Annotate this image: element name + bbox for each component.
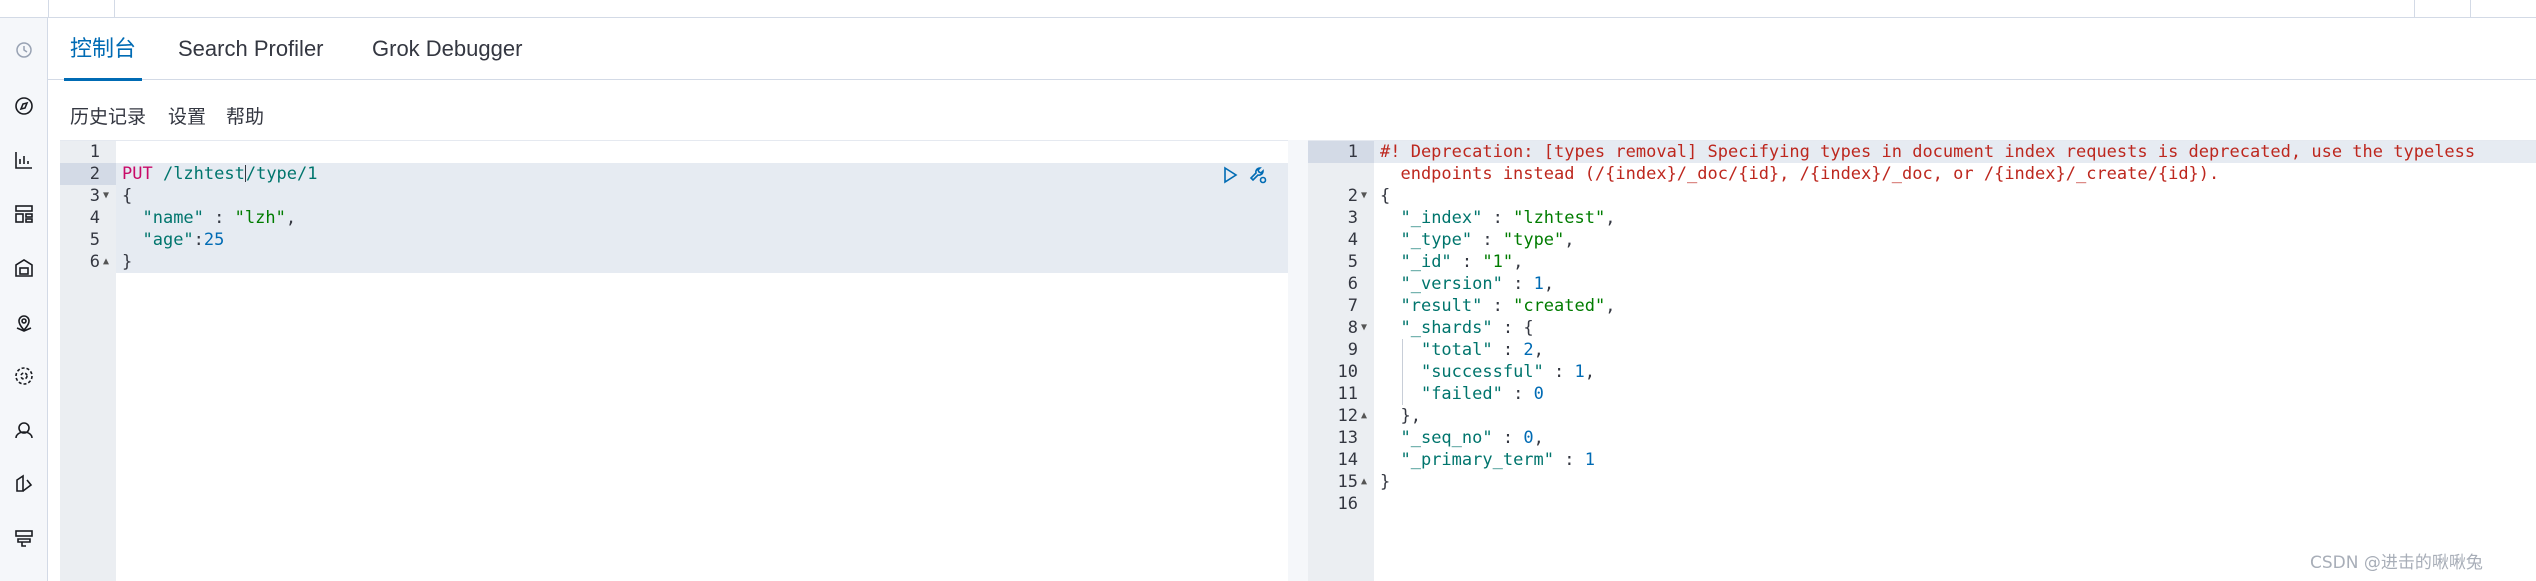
response-line: 3 "_index" : "lzhtest", — [1347, 208, 1616, 228]
request-path: /lzhtest — [152, 164, 245, 184]
help-link[interactable]: 帮助 — [226, 102, 264, 129]
response-line: 10 "successful" : 1, — [1337, 362, 1595, 382]
header-divider — [48, 0, 49, 18]
response-line: 2 ▼{ — [1347, 185, 1391, 207]
deprecation-warning: #! Deprecation: [types removal] Specifyi… — [1380, 142, 2476, 162]
dev-tools-icon[interactable] — [0, 518, 48, 558]
code-line: 6 ▲} — [89, 251, 133, 273]
request-path-rest: /type/1 — [245, 164, 318, 184]
response-line: 4 "_type" : "type", — [1347, 230, 1575, 250]
response-line: 9 "total" : 2, — [1347, 340, 1544, 360]
tab-search-profiler[interactable]: Search Profiler — [178, 18, 324, 80]
settings-link[interactable]: 设置 — [168, 102, 206, 129]
machine-learning-icon[interactable] — [0, 356, 48, 396]
code-line: 1 — [89, 142, 100, 162]
response-viewer: 1 #! Deprecation: [types removal] Specify… — [1308, 140, 2536, 581]
devtools-tabs: 控制台 Search Profiler Grok Debugger — [48, 18, 2536, 81]
uptime-monitor-icon[interactable] — [0, 410, 48, 450]
dashboard-icon[interactable] — [0, 194, 48, 234]
wrench-icon[interactable] — [1248, 165, 1268, 185]
play-icon[interactable] — [1220, 165, 1240, 185]
watermark: CSDN @进击的啾啾兔 — [2310, 553, 2483, 573]
deprecation-warning-cont: endpoints instead (/{index}/_doc/{id}, /… — [1380, 164, 2220, 184]
siem-icon[interactable] — [0, 464, 48, 504]
response-line: 14 "_primary_term" : 1 — [1337, 450, 1595, 470]
response-line: 6 "_version" : 1, — [1347, 274, 1555, 294]
tab-grok-debugger[interactable]: Grok Debugger — [372, 18, 522, 80]
console-toolbar: 历史记录 设置 帮助 — [48, 80, 2536, 140]
fold-down-icon[interactable]: ▼ — [103, 185, 109, 207]
fold-up-icon[interactable]: ▲ — [103, 251, 109, 273]
response-line: endpoints instead (/{index}/_doc/{id}, /… — [1308, 163, 2536, 185]
history-link[interactable]: 历史记录 — [70, 102, 146, 129]
code-line: 3 ▼{ — [89, 185, 133, 207]
response-line: 16 — [1337, 494, 1358, 514]
response-line: 12 ▲ }, — [1337, 405, 1421, 427]
response-line: 11 "failed" : 0 — [1337, 384, 1544, 404]
canvas-icon[interactable] — [0, 248, 48, 288]
discover-compass-icon[interactable] — [0, 86, 48, 126]
header-divider — [2470, 0, 2471, 18]
response-line: 13 "_seq_no" : 0, — [1337, 428, 1544, 448]
response-line: 5 "_id" : "1", — [1347, 252, 1524, 272]
response-line: 15 ▲} — [1337, 471, 1391, 493]
maps-icon[interactable] — [0, 302, 48, 342]
tab-console[interactable]: 控制台 — [63, 18, 143, 81]
response-line: 7 "result" : "created", — [1347, 296, 1616, 316]
code-line: 5 "age":25 — [89, 230, 225, 250]
fold-down-icon[interactable]: ▼ — [1361, 317, 1367, 339]
code-line: 4 "name" : "lzh", — [89, 208, 297, 228]
side-navigation — [0, 18, 48, 581]
visualize-chart-icon[interactable] — [0, 140, 48, 180]
request-actions — [1220, 165, 1268, 185]
code-line: 2 PUT /lzhtest/type/1 — [89, 164, 318, 184]
fold-up-icon[interactable]: ▲ — [1361, 405, 1367, 427]
response-line: 1 #! Deprecation: [types removal] Specify… — [1347, 142, 2476, 162]
pane-resizer[interactable] — [1288, 140, 1308, 581]
fold-up-icon[interactable]: ▲ — [1361, 471, 1367, 493]
header-divider — [114, 0, 115, 18]
recent-clock-icon[interactable] — [0, 30, 48, 70]
response-line: 8 ▼ "_shards" : { — [1347, 317, 1534, 339]
top-header — [0, 0, 2536, 18]
request-method: PUT — [122, 164, 153, 184]
request-editor[interactable]: 1 2 PUT /lzhtest/type/1 3 ▼{ 4 "name" : "l… — [60, 140, 1288, 581]
header-divider — [2414, 0, 2415, 18]
fold-down-icon[interactable]: ▼ — [1361, 185, 1367, 207]
